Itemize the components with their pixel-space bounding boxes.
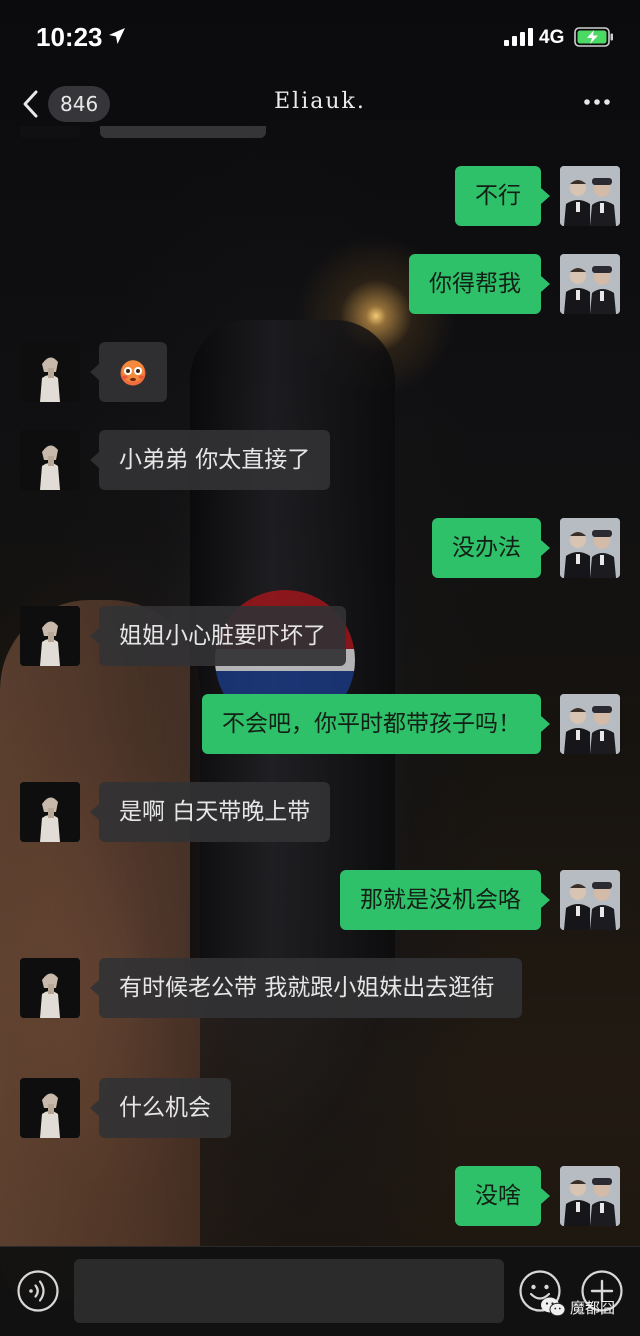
clipped-avatar — [20, 126, 80, 138]
battery-charging-icon — [574, 27, 613, 47]
network-type-label: 4G — [539, 27, 565, 48]
nav-bar: 846 Eliauk. — [0, 80, 640, 132]
outgoing-message-bubble[interactable]: 你得帮我 — [409, 254, 550, 314]
more-options-icon[interactable] — [582, 90, 612, 114]
my-avatar[interactable] — [560, 870, 620, 930]
voice-input-icon[interactable] — [16, 1269, 60, 1313]
watermark-text: 魔都囧 — [570, 1298, 616, 1317]
chat-title: Eliauk. — [274, 89, 366, 114]
message-input[interactable] — [74, 1259, 504, 1323]
outgoing-message-bubble[interactable]: 没啥 — [455, 1166, 550, 1226]
incoming-message-bubble[interactable]: 什么机会 — [90, 1078, 231, 1138]
flushed-face-emoji-icon — [120, 359, 146, 385]
girl-portrait-icon — [20, 606, 80, 666]
outgoing-message-bubble[interactable]: 不行 — [455, 166, 550, 226]
contact-avatar[interactable] — [20, 342, 80, 402]
background-hand — [0, 600, 200, 1300]
outgoing-message-bubble[interactable]: 不会吧，你平时都带孩子吗！ — [202, 694, 550, 754]
incoming-message-bubble[interactable]: 姐姐小心脏要吓坏了 — [90, 606, 346, 666]
my-avatar[interactable] — [560, 254, 620, 314]
two-men-portrait-icon — [560, 1166, 620, 1226]
input-bar — [0, 1246, 640, 1336]
my-avatar[interactable] — [560, 166, 620, 226]
outgoing-message-bubble[interactable]: 没办法 — [432, 518, 550, 578]
my-avatar[interactable] — [560, 518, 620, 578]
girl-portrait-icon — [20, 1078, 80, 1138]
girl-portrait-icon — [20, 430, 80, 490]
my-avatar[interactable] — [560, 694, 620, 754]
two-men-portrait-icon — [560, 518, 620, 578]
contact-avatar[interactable] — [20, 782, 80, 842]
wechat-logo-icon — [541, 1297, 566, 1317]
two-men-portrait-icon — [560, 166, 620, 226]
incoming-message-bubble[interactable]: 小弟弟 你太直接了 — [89, 430, 331, 490]
status-time: 10:23 — [36, 22, 103, 52]
cellular-signal-icon — [504, 28, 533, 46]
incoming-message-bubble[interactable]: 有时候老公带 我就跟小姐妹出去逛街 — [90, 958, 522, 1018]
incoming-message-bubble[interactable] — [90, 342, 167, 402]
two-men-portrait-icon — [560, 870, 620, 930]
girl-portrait-icon — [20, 342, 80, 402]
chat-screen: 10:23 4G 846 Eliauk. 不行 你得帮我 小弟弟 你太直接了 没… — [0, 0, 640, 1336]
two-men-portrait-icon — [560, 254, 620, 314]
my-avatar[interactable] — [560, 1166, 620, 1226]
watermark: 魔都囧 — [540, 1296, 615, 1318]
girl-portrait-icon — [20, 782, 80, 842]
clipped-message-bubble — [100, 126, 266, 138]
contact-avatar[interactable] — [20, 1078, 80, 1138]
location-arrow-icon — [109, 28, 125, 44]
incoming-message-bubble[interactable]: 是啊 白天带晚上带 — [89, 782, 331, 842]
contact-avatar[interactable] — [20, 430, 80, 490]
two-men-portrait-icon — [560, 694, 620, 754]
contact-avatar[interactable] — [20, 958, 80, 1018]
status-bar: 10:23 4G — [0, 0, 640, 80]
girl-portrait-icon — [20, 958, 80, 1018]
contact-avatar[interactable] — [20, 606, 80, 666]
outgoing-message-bubble[interactable]: 那就是没机会咯 — [340, 870, 550, 930]
